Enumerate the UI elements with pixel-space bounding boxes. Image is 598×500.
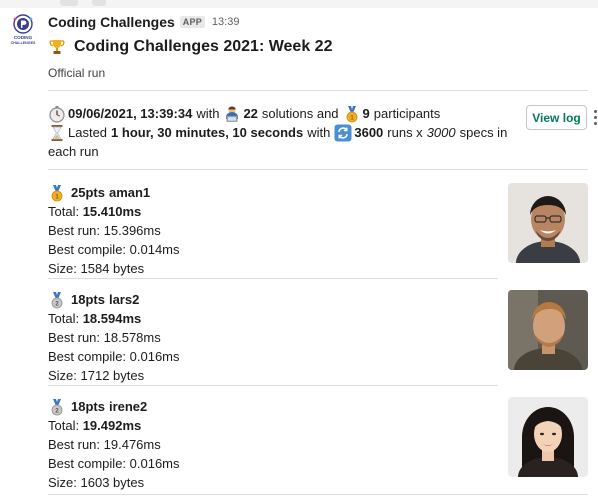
total-value: 18.594ms [82, 311, 142, 326]
summary-line-3: each run [48, 142, 518, 161]
entry-points: 18pts [71, 292, 105, 307]
strip-nub [60, 0, 78, 6]
entry-username: lars2 [108, 292, 140, 307]
message-title: Coding Challenges 2021: Week 22 [48, 36, 332, 58]
total-label: Total: [48, 204, 80, 219]
entry-best-compile: Best compile: 0.014ms [48, 242, 180, 257]
entry-points: 25pts [71, 185, 105, 200]
app-badge: APP [179, 16, 205, 28]
entry-size: Size: 1603 bytes [48, 475, 145, 490]
coding-challenges-logo-icon: CODING CHALLENGES [11, 14, 36, 45]
entry-avatar[interactable] [508, 397, 588, 477]
divider [48, 385, 498, 386]
entry-username: aman1 [108, 185, 151, 200]
bot-avatar[interactable]: CODING CHALLENGES [8, 13, 38, 47]
solutions-count: 22 [243, 106, 258, 121]
entry-best-run: Best run: 19.476ms [48, 437, 161, 452]
entry-size: Size: 1584 bytes [48, 261, 145, 276]
total-label: Total: [48, 311, 80, 326]
entry-username: irene2 [108, 399, 148, 414]
total-label: Total: [48, 418, 80, 433]
gold-medal-icon: 1 [48, 184, 66, 202]
run-date: 09/06/2021, 13:39:34 [68, 106, 193, 121]
leaderboard-entry: 2 18pts lars2 Total: 18.594ms Best run: … [48, 290, 588, 383]
entry-best-run: Best run: 15.396ms [48, 223, 161, 238]
runs-count: 3600 [354, 125, 384, 140]
timestamp[interactable]: 13:39 [212, 16, 240, 28]
previous-message-strip [0, 0, 598, 8]
with-text: with [196, 106, 220, 121]
entry-total: Total: 15.410ms [48, 202, 588, 221]
run-duration: 1 hour, 30 minutes, 10 seconds [111, 125, 304, 140]
trophy-icon [48, 38, 66, 56]
silver-medal-icon: 2 [48, 398, 66, 416]
divider [48, 278, 498, 279]
leaderboard-entry: 2 18pts irene2 Total: 19.492ms Best run:… [48, 397, 588, 490]
specs-text: specs in [459, 125, 508, 140]
svg-text:CHALLENGES: CHALLENGES [11, 41, 36, 45]
medal-icon: 1 [343, 105, 361, 123]
repeat-icon [334, 124, 352, 142]
run-type-label: Official run [48, 66, 106, 80]
strip-nub [92, 0, 106, 6]
entry-avatar[interactable] [508, 290, 588, 370]
entry-avatar[interactable] [508, 183, 588, 263]
specs-count: 3000 [426, 125, 456, 140]
leaderboard-entry: 1 25pts aman1 Total: 15.410ms Best run: … [48, 183, 588, 276]
total-value: 19.492ms [82, 418, 142, 433]
stopwatch-icon [48, 105, 66, 123]
entry-best-compile: Best compile: 0.016ms [48, 349, 180, 364]
entry-header: 1 25pts aman1 [48, 183, 588, 202]
bot-name[interactable]: Coding Challenges [48, 14, 175, 30]
svg-text:CODING: CODING [14, 35, 33, 40]
silver-medal-icon: 2 [48, 291, 66, 309]
summary-line-1: 09/06/2021, 13:39:34 with 22 solutions a… [48, 104, 518, 123]
message-header: Coding Challenges APP 13:39 [48, 13, 239, 31]
entry-best-run: Best run: 18.578ms [48, 330, 161, 345]
technologist-icon [223, 105, 241, 123]
divider [48, 90, 588, 91]
entry-points: 18pts [71, 399, 105, 414]
page-title: Coding Challenges 2021: Week 22 [74, 38, 333, 55]
hourglass-icon [48, 124, 66, 142]
total-value: 15.410ms [82, 204, 142, 219]
entry-size: Size: 1712 bytes [48, 368, 145, 383]
lasted-text: Lasted [68, 125, 108, 140]
more-actions-icon[interactable] [594, 110, 598, 126]
each-run-text: each run [48, 144, 99, 159]
run-summary: 09/06/2021, 13:39:34 with 22 solutions a… [48, 104, 518, 161]
divider [48, 494, 588, 495]
summary-line-2: Lasted 1 hour, 30 minutes, 10 seconds wi… [48, 123, 518, 142]
entry-total: Total: 18.594ms [48, 309, 588, 328]
solutions-text: solutions and [261, 106, 339, 121]
divider [48, 169, 588, 170]
participants-text: participants [373, 106, 441, 121]
entry-best-compile: Best compile: 0.016ms [48, 456, 180, 471]
participants-count: 9 [362, 106, 370, 121]
view-log-button[interactable]: View log [526, 105, 587, 130]
runs-text: runs x [387, 125, 423, 140]
entry-header: 2 18pts lars2 [48, 290, 588, 309]
entry-total: Total: 19.492ms [48, 416, 588, 435]
entry-header: 2 18pts irene2 [48, 397, 588, 416]
with-text-2: with [307, 125, 331, 140]
